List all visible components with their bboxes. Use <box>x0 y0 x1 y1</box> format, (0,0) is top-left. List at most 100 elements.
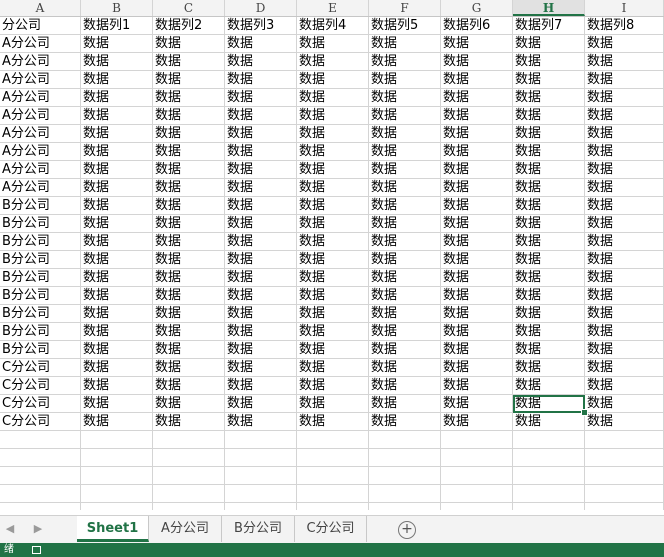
table-cell[interactable]: 数据 <box>513 269 585 287</box>
table-cell[interactable]: 数据 <box>225 89 297 107</box>
table-cell[interactable]: A分公司 <box>0 179 81 197</box>
table-cell[interactable]: 数据 <box>441 107 513 125</box>
empty-cell[interactable] <box>0 431 81 449</box>
table-cell[interactable]: 数据 <box>153 377 225 395</box>
table-cell[interactable]: 数据 <box>225 251 297 269</box>
column-header-g[interactable]: G <box>441 0 513 16</box>
table-cell[interactable]: 数据 <box>369 35 441 53</box>
scroll-tabs-left-icon[interactable]: ◀ <box>2 522 18 535</box>
table-cell[interactable]: 数据 <box>225 179 297 197</box>
table-cell[interactable]: 数据 <box>153 161 225 179</box>
table-cell[interactable]: 数据 <box>297 107 369 125</box>
table-cell[interactable]: 数据 <box>369 53 441 71</box>
table-cell[interactable]: 数据 <box>153 143 225 161</box>
table-cell[interactable]: 数据 <box>585 107 664 125</box>
table-cell[interactable]: 数据 <box>297 251 369 269</box>
table-cell[interactable]: 数据 <box>153 395 225 413</box>
empty-cell[interactable] <box>513 431 585 449</box>
sheet-tab-1[interactable]: A分公司 <box>149 516 222 542</box>
table-cell[interactable]: B分公司 <box>0 323 81 341</box>
table-cell[interactable]: 数据 <box>225 323 297 341</box>
table-cell[interactable]: A分公司 <box>0 89 81 107</box>
table-cell[interactable]: 数据 <box>513 395 585 413</box>
sheet-tab-0[interactable]: Sheet1 <box>77 516 149 542</box>
table-cell[interactable]: B分公司 <box>0 197 81 215</box>
table-cell[interactable]: 数据 <box>369 197 441 215</box>
table-cell[interactable]: 数据 <box>441 341 513 359</box>
table-cell[interactable]: 数据 <box>585 359 664 377</box>
table-cell[interactable]: 数据 <box>81 341 153 359</box>
empty-cell[interactable] <box>297 503 369 510</box>
table-cell[interactable]: C分公司 <box>0 359 81 377</box>
table-cell[interactable]: A分公司 <box>0 143 81 161</box>
table-cell[interactable]: 数据 <box>153 269 225 287</box>
table-cell[interactable]: 数据 <box>225 215 297 233</box>
table-cell[interactable]: 数据 <box>585 269 664 287</box>
table-cell[interactable]: 数据 <box>81 35 153 53</box>
table-cell[interactable]: 数据 <box>297 287 369 305</box>
header-cell[interactable]: 数据列1 <box>81 17 153 35</box>
table-cell[interactable]: 数据 <box>81 53 153 71</box>
empty-cell[interactable] <box>369 467 441 485</box>
empty-cell[interactable] <box>225 485 297 503</box>
table-cell[interactable]: 数据 <box>369 107 441 125</box>
scroll-tabs-right-icon[interactable]: ▶ <box>30 522 46 535</box>
header-cell[interactable]: 数据列4 <box>297 17 369 35</box>
table-cell[interactable]: 数据 <box>513 413 585 431</box>
header-cell[interactable]: 数据列7 <box>513 17 585 35</box>
header-cell[interactable]: 数据列8 <box>585 17 664 35</box>
table-cell[interactable]: 数据 <box>513 179 585 197</box>
table-cell[interactable]: 数据 <box>153 341 225 359</box>
table-cell[interactable]: 数据 <box>369 305 441 323</box>
table-cell[interactable]: 数据 <box>81 413 153 431</box>
table-cell[interactable]: 数据 <box>369 323 441 341</box>
table-cell[interactable]: 数据 <box>585 35 664 53</box>
table-cell[interactable]: 数据 <box>225 35 297 53</box>
empty-cell[interactable] <box>369 503 441 510</box>
table-cell[interactable]: 数据 <box>441 233 513 251</box>
table-cell[interactable]: 数据 <box>585 197 664 215</box>
table-cell[interactable]: 数据 <box>81 107 153 125</box>
table-cell[interactable]: 数据 <box>297 233 369 251</box>
sheet-tab-3[interactable]: C分公司 <box>295 516 367 542</box>
empty-cell[interactable] <box>513 485 585 503</box>
table-cell[interactable]: 数据 <box>225 413 297 431</box>
empty-cell[interactable] <box>513 449 585 467</box>
table-cell[interactable]: 数据 <box>153 413 225 431</box>
table-cell[interactable]: 数据 <box>441 125 513 143</box>
empty-cell[interactable] <box>153 467 225 485</box>
empty-cell[interactable] <box>441 485 513 503</box>
empty-cell[interactable] <box>0 503 81 510</box>
empty-cell[interactable] <box>153 449 225 467</box>
table-cell[interactable]: 数据 <box>81 215 153 233</box>
table-cell[interactable]: 数据 <box>81 377 153 395</box>
table-cell[interactable]: 数据 <box>81 395 153 413</box>
header-cell[interactable]: 分公司 <box>0 17 81 35</box>
table-cell[interactable]: 数据 <box>81 71 153 89</box>
empty-cell[interactable] <box>153 485 225 503</box>
table-cell[interactable]: 数据 <box>369 233 441 251</box>
table-cell[interactable]: 数据 <box>585 305 664 323</box>
empty-cell[interactable] <box>225 467 297 485</box>
table-cell[interactable]: A分公司 <box>0 161 81 179</box>
empty-cell[interactable] <box>585 467 664 485</box>
header-cell[interactable]: 数据列3 <box>225 17 297 35</box>
table-cell[interactable]: 数据 <box>585 125 664 143</box>
table-cell[interactable]: 数据 <box>513 377 585 395</box>
table-cell[interactable]: 数据 <box>585 251 664 269</box>
empty-cell[interactable] <box>225 449 297 467</box>
empty-cell[interactable] <box>585 431 664 449</box>
table-cell[interactable]: 数据 <box>153 179 225 197</box>
table-cell[interactable]: 数据 <box>297 89 369 107</box>
table-cell[interactable]: 数据 <box>441 305 513 323</box>
table-cell[interactable]: 数据 <box>81 251 153 269</box>
table-cell[interactable]: 数据 <box>513 341 585 359</box>
table-cell[interactable]: 数据 <box>297 377 369 395</box>
table-cell[interactable]: 数据 <box>585 179 664 197</box>
table-cell[interactable]: 数据 <box>513 305 585 323</box>
table-cell[interactable]: 数据 <box>441 269 513 287</box>
header-cell[interactable]: 数据列5 <box>369 17 441 35</box>
table-cell[interactable]: 数据 <box>585 215 664 233</box>
table-cell[interactable]: 数据 <box>153 287 225 305</box>
table-cell[interactable]: 数据 <box>369 71 441 89</box>
